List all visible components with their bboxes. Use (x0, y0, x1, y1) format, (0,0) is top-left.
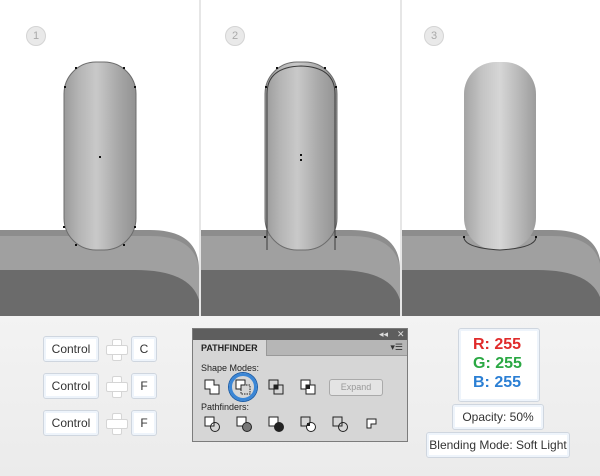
outline-icon[interactable] (331, 415, 349, 433)
step-3-illustration (402, 62, 600, 316)
control-key: Control (43, 336, 99, 362)
pathfinders-label: Pathfinders: (201, 402, 250, 412)
merge-icon[interactable] (267, 415, 285, 433)
control-key: Control (43, 410, 99, 436)
step-1-illustration (0, 61, 199, 316)
minus-front-icon[interactable] (234, 378, 252, 396)
close-icon[interactable]: ✕ (397, 329, 405, 340)
step-number-badge: 1 (26, 26, 46, 46)
green-value: G: 255 (473, 355, 522, 372)
shape-modes-label: Shape Modes: (201, 363, 260, 373)
intersect-icon[interactable] (267, 378, 285, 396)
plus-icon (106, 339, 128, 361)
trim-icon[interactable] (235, 415, 253, 433)
control-key: Control (43, 373, 99, 399)
red-value: R: 255 (473, 336, 522, 353)
minus-back-icon[interactable] (363, 415, 381, 433)
panel-title-bar[interactable]: ◂◂ ✕ (193, 329, 407, 340)
step-number-badge: 3 (424, 26, 444, 46)
exclude-icon[interactable] (299, 378, 317, 396)
step-1-panel: 1 (0, 0, 199, 316)
crop-icon[interactable] (299, 415, 317, 433)
collapse-icon[interactable]: ◂◂ (379, 329, 388, 340)
f-key: F (131, 410, 157, 436)
step-2-illustration (201, 61, 400, 316)
opacity-label: Opacity: 50% (452, 404, 544, 430)
pathfinder-panel: ◂◂ ✕ PATHFINDER ▾☰ Shape Modes: Expand P (192, 328, 408, 442)
panel-tab-bar: PATHFINDER ▾☰ (193, 340, 407, 356)
plus-icon (106, 376, 128, 398)
plus-icon (106, 413, 128, 435)
blue-value: B: 255 (473, 374, 522, 391)
blending-mode-label: Blending Mode: Soft Light (426, 432, 570, 458)
c-key: C (131, 336, 157, 362)
tab-pathfinder[interactable]: PATHFINDER (193, 340, 267, 356)
step-3-panel: 3 (402, 0, 600, 316)
f-key: F (131, 373, 157, 399)
unite-icon[interactable] (203, 378, 221, 396)
step-2-panel: 2 (201, 0, 400, 316)
expand-button[interactable]: Expand (329, 379, 383, 396)
panel-menu-icon[interactable]: ▾☰ (390, 342, 403, 353)
tutorial-figure: 1 2 3 Control C Control F Control F ◂◂ ✕… (0, 0, 600, 476)
step-number-badge: 2 (225, 26, 245, 46)
divide-icon[interactable] (203, 415, 221, 433)
rgb-values-box: R: 255 G: 255 B: 255 (458, 328, 540, 402)
